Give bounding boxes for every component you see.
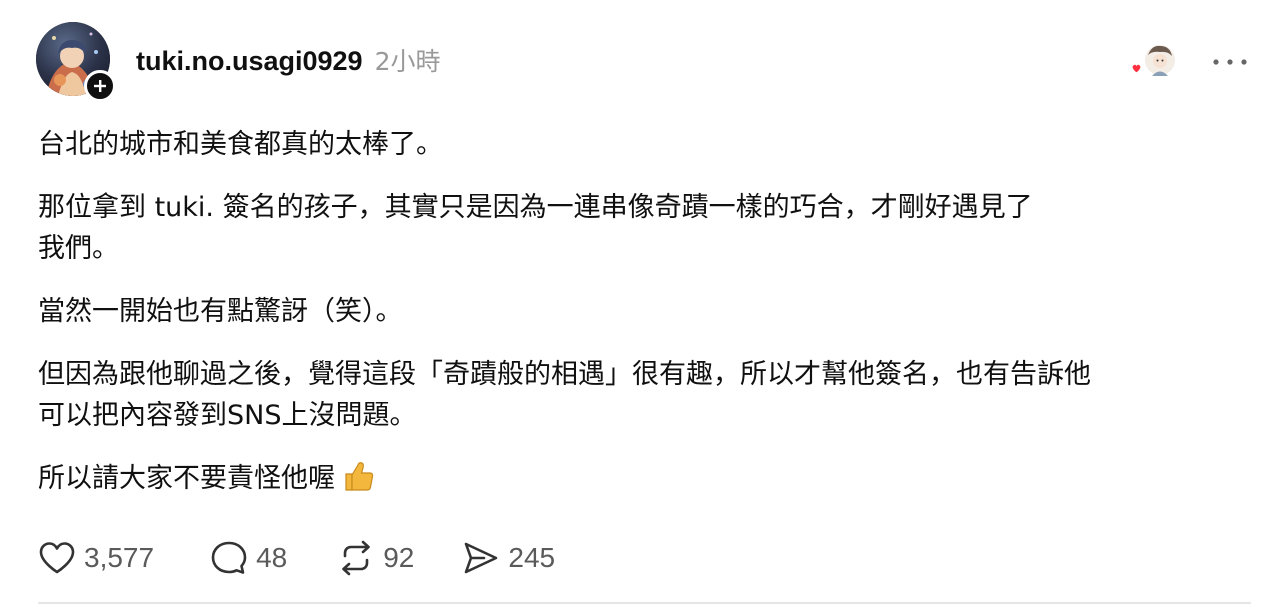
follow-button[interactable] (84, 70, 116, 102)
like-count: 3,577 (84, 542, 155, 573)
ellipsis-icon (1213, 59, 1247, 65)
comment-count: 48 (256, 542, 288, 573)
post-paragraph-3: 當然一開始也有點驚訝（笑）。 (38, 296, 403, 327)
post-divider (38, 602, 1251, 604)
more-options-button[interactable] (1208, 52, 1252, 72)
heart-icon (39, 542, 75, 574)
share-count: 245 (508, 542, 556, 573)
post-actions: 3,577 48 92 245 (38, 538, 555, 578)
post-paragraph-2: 那位拿到 tuki. 簽名的孩子，其實只是因為一連串像奇蹟一樣的巧合，才剛好遇見… (38, 187, 1253, 269)
post-paragraph-5-text: 所以請大家不要責怪他喔 (38, 463, 335, 494)
post-paragraph-4-line-1: 但因為跟他聊過之後，覺得這段「奇蹟般的相遇」很有趣，所以才幫他簽名，也有告訴他 (38, 359, 1091, 390)
post-paragraph-2-line-1: 那位拿到 tuki. 簽名的孩子，其實只是因為一連串像奇蹟一樣的巧合，才剛好遇見… (38, 192, 1033, 223)
like-button[interactable]: 3,577 (38, 541, 154, 575)
comment-button[interactable]: 48 (210, 540, 287, 576)
post-paragraph-1: 台北的城市和美食都真的太棒了。 (38, 129, 443, 160)
author-username[interactable]: tuki.no.usagi0929 (136, 46, 363, 77)
post-timestamp[interactable]: 2小時 (375, 42, 441, 78)
repost-icon (342, 540, 371, 576)
repost-count: 92 (383, 542, 415, 573)
liker-avatars[interactable] (1128, 43, 1180, 79)
post-paragraph-5: 所以請大家不要責怪他喔 (38, 458, 1253, 504)
liker-avatar-icon (1131, 43, 1177, 77)
comment-icon (211, 541, 247, 574)
post-paragraph-4-line-2: 可以把內容發到SNS上沒問題。 (38, 400, 417, 431)
post-paragraph-2-line-2: 我們。 (38, 233, 119, 264)
post-body: 台北的城市和美食都真的太棒了。 那位拿到 tuki. 簽名的孩子，其實只是因為一… (38, 124, 1253, 504)
repost-button[interactable]: 92 (337, 540, 414, 576)
post-header: tuki.no.usagi0929 2小時 (136, 42, 440, 78)
threads-post: tuki.no.usagi0929 2小時 台北的城市和美食都真的太棒了。 那位… (0, 0, 1279, 614)
plus-icon (94, 80, 106, 92)
post-paragraph-4: 但因為跟他聊過之後，覺得這段「奇蹟般的相遇」很有趣，所以才幫他簽名，也有告訴他 … (38, 354, 1253, 436)
author-avatar-container[interactable] (36, 22, 116, 102)
thumbs-up-icon (343, 460, 375, 504)
share-icon (465, 542, 498, 574)
share-button[interactable]: 245 (462, 540, 555, 576)
